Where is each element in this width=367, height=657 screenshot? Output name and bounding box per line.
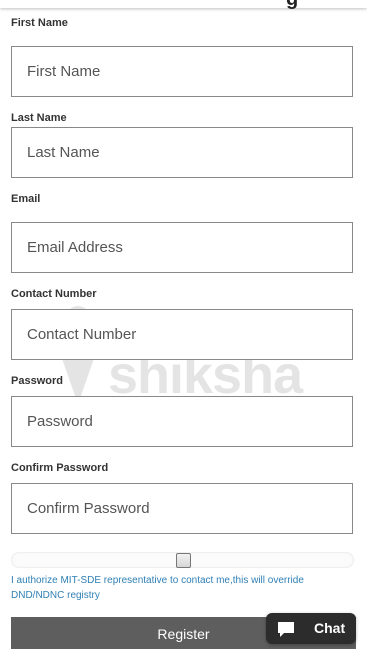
contact-number-input[interactable] xyxy=(11,309,353,360)
confirm-password-label: Confirm Password xyxy=(11,462,109,474)
consent-checkbox[interactable] xyxy=(176,553,191,568)
chat-button[interactable]: Chat xyxy=(266,613,356,644)
consent-text: I authorize MIT-SDE representative to co… xyxy=(11,575,304,601)
first-name-label: First Name xyxy=(11,17,68,29)
email-label: Email xyxy=(11,193,41,205)
page-title-fragment: g xyxy=(286,0,310,9)
email-input[interactable] xyxy=(11,222,353,273)
first-name-input[interactable] xyxy=(11,46,353,97)
page-header: g xyxy=(0,0,367,9)
contact-number-label: Contact Number xyxy=(11,288,97,300)
last-name-label: Last Name xyxy=(11,112,67,124)
password-input[interactable] xyxy=(11,396,353,447)
confirm-password-input[interactable] xyxy=(11,483,353,534)
chat-bubble-icon xyxy=(276,619,296,639)
chat-label: Chat xyxy=(314,620,346,636)
last-name-input[interactable] xyxy=(11,127,353,178)
password-label: Password xyxy=(11,375,63,387)
